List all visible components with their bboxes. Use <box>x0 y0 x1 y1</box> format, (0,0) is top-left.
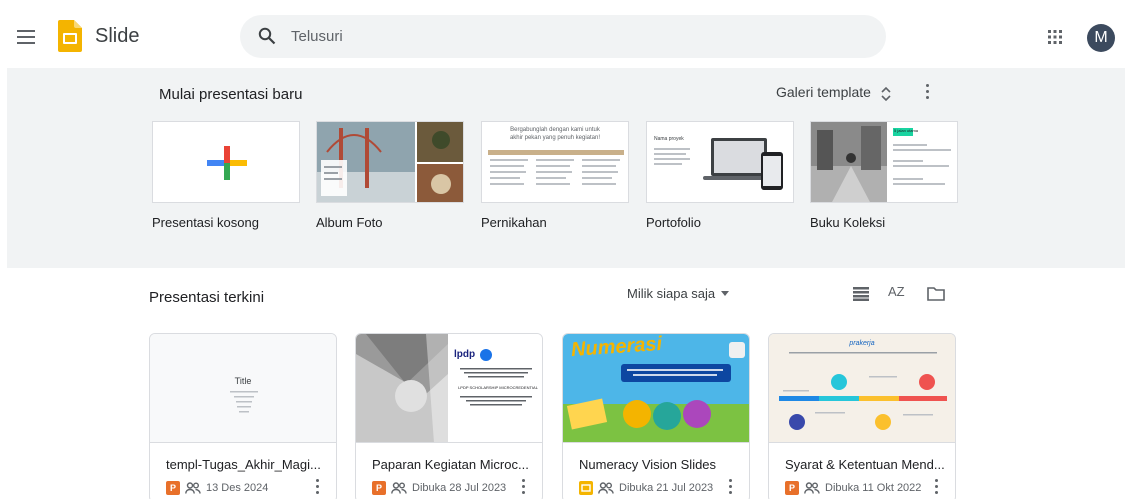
file-date: 13 Des 2024 <box>206 482 269 494</box>
expand-collapse-icon[interactable] <box>880 87 892 101</box>
powerpoint-icon: P <box>785 481 799 495</box>
template-lookbook[interactable]: 5 jalan utama Buku Koleksi <box>810 121 958 230</box>
recent-file-card[interactable]: prakerja Syarat & Ketentuan Mend... P Di… <box>768 333 956 499</box>
template-label: Pernikahan <box>481 215 547 230</box>
folder-picker-icon[interactable] <box>927 286 945 301</box>
search-icon[interactable] <box>258 27 276 45</box>
file-title: templ-Tugas_Akhir_Magi... <box>166 457 321 472</box>
search-input[interactable]: Telusuri <box>291 28 343 45</box>
file-thumbnail: Numerasi <box>563 334 749 443</box>
gallery-title: Mulai presentasi baru <box>159 86 303 103</box>
template-heading-text: Nama proyek <box>654 136 684 142</box>
template-heading-text: 5 jalan utama <box>894 128 919 133</box>
template-gallery-button[interactable]: Galeri template <box>776 84 871 100</box>
top-bar: Slide Telusuri M <box>0 0 1125 68</box>
shared-icon <box>391 482 407 494</box>
schedule-table-image <box>488 150 624 185</box>
timeline-diagram-image <box>779 352 947 430</box>
template-label: Album Foto <box>316 215 383 230</box>
template-thumbnail[interactable]: 5 jalan utama <box>810 121 958 203</box>
slides-logo-icon <box>58 20 82 52</box>
template-wedding[interactable]: Bergabunglah dengan kami untuk akhir pek… <box>481 121 629 230</box>
file-more-icon[interactable] <box>520 479 526 497</box>
template-thumbnail[interactable] <box>152 121 300 203</box>
shared-icon <box>598 482 614 494</box>
account-avatar[interactable]: M <box>1087 24 1115 52</box>
file-more-icon[interactable] <box>314 479 320 497</box>
photo-collage-image <box>317 122 463 202</box>
file-meta: P Dibuka 28 Jul 2023 <box>372 480 506 496</box>
powerpoint-icon: P <box>372 481 386 495</box>
file-title: Syarat & Ketentuan Mend... <box>785 457 945 472</box>
file-meta: Dibuka 21 Jul 2023 <box>579 480 713 496</box>
recent-file-card[interactable]: lpdp LPDP SCHOLARSHIP MICROCREDENTIAL Pa… <box>355 333 543 499</box>
file-more-icon[interactable] <box>933 479 939 497</box>
file-meta: P Dibuka 11 Okt 2022 <box>785 480 921 496</box>
file-title: Paparan Kegiatan Microc... <box>372 457 529 472</box>
plus-icon <box>207 146 247 180</box>
thumbnail-brand: lpdp <box>454 349 476 360</box>
slides-file-icon <box>579 481 593 495</box>
recent-file-card[interactable]: Title templ-Tugas_Akhir_Magi... P 13 Des… <box>149 333 337 499</box>
template-label: Presentasi kosong <box>152 215 259 230</box>
file-date: Dibuka 21 Jul 2023 <box>619 482 714 494</box>
template-heading-text: Bergabunglah dengan kami untuk akhir pek… <box>509 127 601 141</box>
street-photo-image <box>811 122 951 202</box>
gallery-more-icon[interactable] <box>924 84 930 104</box>
template-label: Portofolio <box>646 215 701 230</box>
devices-image <box>654 138 783 190</box>
file-thumbnail: Title <box>150 334 336 443</box>
file-date: Dibuka 11 Okt 2022 <box>825 482 922 494</box>
owner-filter-label: Milik siapa saja <box>627 286 716 301</box>
file-title: Numeracy Vision Slides <box>579 457 717 472</box>
powerpoint-icon: P <box>166 481 180 495</box>
thumbnail-heading: LPDP SCHOLARSHIP MICROCREDENTIAL <box>458 385 538 390</box>
file-thumbnail: lpdp LPDP SCHOLARSHIP MICROCREDENTIAL <box>356 334 542 443</box>
recent-presentations-title: Presentasi terkini <box>149 289 265 306</box>
thumbnail-lines <box>230 391 258 413</box>
template-label: Buku Koleksi <box>810 215 886 230</box>
template-thumbnail[interactable]: Bergabunglah dengan kami untuk akhir pek… <box>481 121 629 203</box>
google-apps-icon[interactable] <box>1047 29 1063 45</box>
main-menu-icon[interactable] <box>17 30 35 44</box>
template-photo-album[interactable]: Album Foto <box>316 121 464 230</box>
template-thumbnail[interactable] <box>316 121 464 203</box>
template-blank[interactable]: Presentasi kosong <box>152 121 300 230</box>
owner-filter-dropdown[interactable]: Milik siapa saja <box>627 286 730 301</box>
file-more-icon[interactable] <box>727 479 733 497</box>
file-thumbnail: prakerja <box>769 334 955 443</box>
file-meta: P 13 Des 2024 <box>166 480 268 496</box>
recent-file-card[interactable]: Numerasi Numeracy Vision Slides Dibuka 2… <box>562 333 750 499</box>
shared-icon <box>185 482 201 494</box>
file-date: Dibuka 28 Jul 2023 <box>412 482 507 494</box>
shared-icon <box>804 482 820 494</box>
sort-az-icon[interactable]: AZ <box>888 284 905 299</box>
dropdown-caret-icon <box>721 291 730 296</box>
app-title[interactable]: Slide <box>95 25 139 48</box>
template-gallery: Mulai presentasi baru Galeri template Pr… <box>7 68 1125 268</box>
template-portfolio[interactable]: Nama proyek Portofolio <box>646 121 794 230</box>
list-view-icon[interactable] <box>853 287 869 301</box>
template-thumbnail[interactable]: Nama proyek <box>646 121 794 203</box>
search-bar[interactable]: Telusuri <box>240 15 886 58</box>
